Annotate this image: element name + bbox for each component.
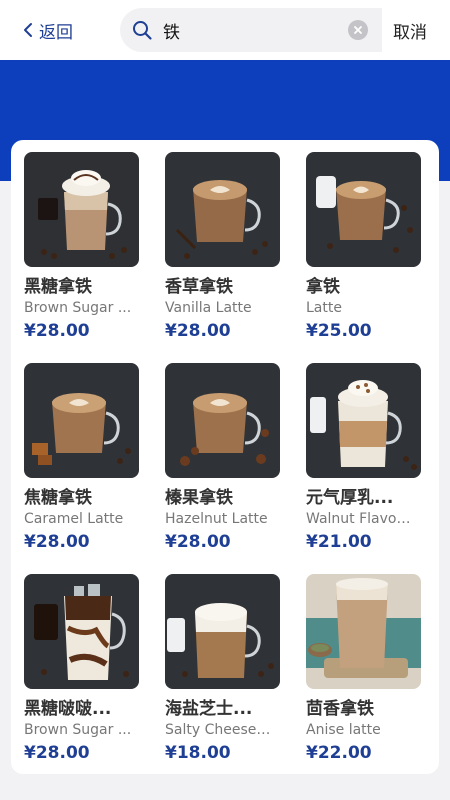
product-image bbox=[24, 363, 139, 478]
product-name: 茴香拿铁 bbox=[306, 699, 374, 719]
product-name-en: Caramel Latte bbox=[24, 511, 124, 527]
chevron-left-icon bbox=[24, 23, 32, 37]
product-name: 黑糖拿铁 bbox=[24, 277, 92, 297]
product-item[interactable]: 黑糖啵啵... Brown Sugar ... ¥28.00 bbox=[24, 574, 142, 764]
product-name: 海盐芝士... bbox=[165, 699, 253, 719]
cancel-button[interactable]: 取消 bbox=[393, 18, 427, 43]
product-item[interactable]: 元气厚乳... Walnut Flavor... ¥21.00 bbox=[306, 363, 424, 553]
product-price: ¥25.00 bbox=[306, 321, 372, 341]
product-name-en: Vanilla Latte bbox=[165, 300, 252, 316]
product-item[interactable]: 拿铁 Latte ¥25.00 bbox=[306, 152, 424, 342]
product-price: ¥28.00 bbox=[165, 532, 231, 552]
product-price: ¥22.00 bbox=[306, 743, 372, 763]
search-field[interactable]: 铁 bbox=[120, 8, 382, 52]
product-image bbox=[24, 574, 139, 689]
close-icon bbox=[354, 26, 362, 34]
product-item[interactable]: 焦糖拿铁 Caramel Latte ¥28.00 bbox=[24, 363, 142, 553]
search-input[interactable]: 铁 bbox=[163, 18, 348, 43]
product-name: 元气厚乳... bbox=[306, 488, 394, 508]
product-item[interactable]: 海盐芝士... Salty Cheese ... ¥18.00 bbox=[165, 574, 283, 764]
product-item[interactable]: 茴香拿铁 Anise latte ¥22.00 bbox=[306, 574, 424, 764]
product-image bbox=[306, 363, 421, 478]
product-image bbox=[165, 363, 280, 478]
product-name-en: Anise latte bbox=[306, 722, 381, 738]
product-name: 黑糖啵啵... bbox=[24, 699, 112, 719]
search-icon bbox=[133, 21, 152, 40]
product-name-en: Latte bbox=[306, 300, 342, 316]
back-label: 返回 bbox=[39, 22, 73, 43]
top-bar: 返回 铁 取消 bbox=[0, 0, 450, 60]
product-name-en: Salty Cheese ... bbox=[165, 722, 273, 738]
product-price: ¥28.00 bbox=[24, 743, 90, 763]
clear-search-button[interactable] bbox=[348, 20, 368, 40]
product-name-en: Brown Sugar ... bbox=[24, 722, 132, 738]
product-price: ¥28.00 bbox=[165, 321, 231, 341]
product-image bbox=[165, 152, 280, 267]
product-price: ¥28.00 bbox=[24, 532, 90, 552]
product-price: ¥18.00 bbox=[165, 743, 231, 763]
product-name: 拿铁 bbox=[306, 277, 340, 297]
product-item[interactable]: 香草拿铁 Vanilla Latte ¥28.00 bbox=[165, 152, 283, 342]
product-image bbox=[165, 574, 280, 689]
product-price: ¥21.00 bbox=[306, 532, 372, 552]
product-price: ¥28.00 bbox=[24, 321, 90, 341]
results-card: 黑糖拿铁 Brown Sugar ... ¥28.00 香草拿铁 Vanilla… bbox=[11, 140, 439, 774]
product-image bbox=[306, 152, 421, 267]
product-image bbox=[306, 574, 421, 689]
product-image bbox=[24, 152, 139, 267]
product-name: 香草拿铁 bbox=[165, 277, 233, 297]
product-name: 榛果拿铁 bbox=[165, 488, 233, 508]
product-name-en: Brown Sugar ... bbox=[24, 300, 132, 316]
product-item[interactable]: 黑糖拿铁 Brown Sugar ... ¥28.00 bbox=[24, 152, 142, 342]
back-button[interactable]: 返回 bbox=[22, 17, 73, 43]
product-name-en: Hazelnut Latte bbox=[165, 511, 268, 527]
product-name-en: Walnut Flavor... bbox=[306, 511, 414, 527]
product-item[interactable]: 榛果拿铁 Hazelnut Latte ¥28.00 bbox=[165, 363, 283, 553]
product-name: 焦糖拿铁 bbox=[24, 488, 92, 508]
